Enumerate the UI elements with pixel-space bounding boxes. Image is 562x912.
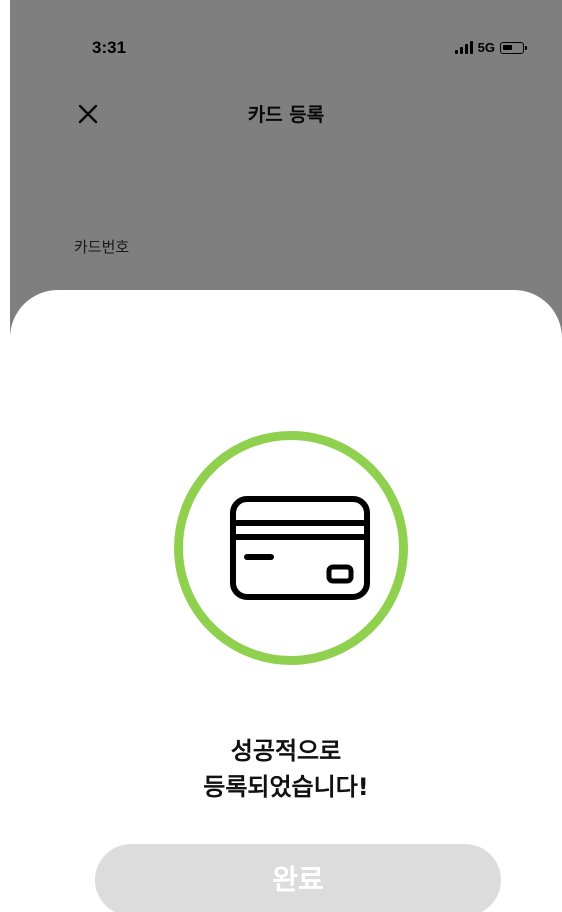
success-message-line1: 성공적으로 xyxy=(230,737,342,765)
success-message-line2: 등록되었습니다! xyxy=(203,773,369,801)
success-ring xyxy=(174,431,408,665)
credit-card-icon xyxy=(230,496,370,600)
phone-screen: 3:31 5G xyxy=(10,0,562,912)
success-bottom-sheet: 성공적으로 등록되었습니다! 완료 xyxy=(10,290,562,912)
done-button[interactable]: 완료 xyxy=(95,844,501,912)
success-message: 성공적으로 등록되었습니다! xyxy=(10,733,562,805)
